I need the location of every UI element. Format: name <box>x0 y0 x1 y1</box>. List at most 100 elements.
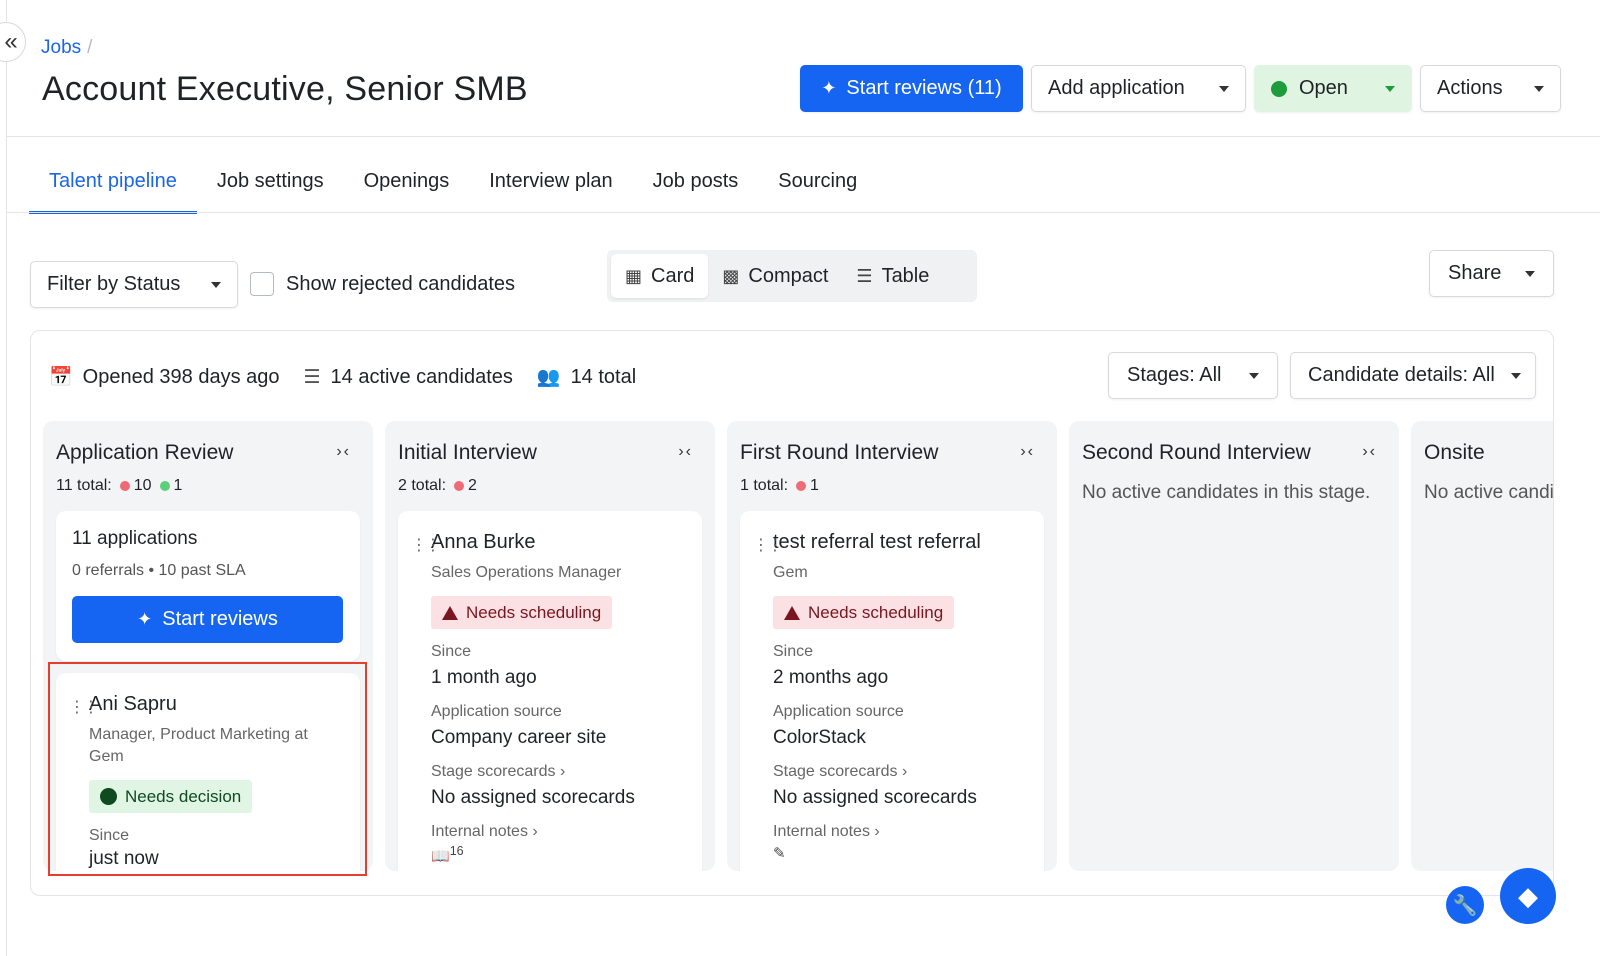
drag-handle-icon[interactable]: ⋮⋮ <box>753 535 783 555</box>
stage-empty-message: No active candidates in this stage. <box>1082 482 1371 503</box>
stat-active: ☰ 14 active candidates <box>304 366 513 389</box>
candidate-card[interactable]: ⋮⋮ Anna Burke Sales Operations Manager N… <box>398 511 702 871</box>
status-badge-label: Needs scheduling <box>808 602 944 622</box>
job-status-dropdown[interactable]: Open <box>1254 65 1412 112</box>
scorecards-value: No assigned scorecards <box>431 787 635 808</box>
candidate-name[interactable]: test referral test referral <box>773 531 1028 554</box>
wrench-icon: 🔧 <box>1452 894 1478 917</box>
view-compact-option[interactable]: ▩ Compact <box>708 254 842 298</box>
stat-active-label: 14 active candidates <box>330 365 513 388</box>
view-table-option[interactable]: ☰ Table <box>842 254 943 298</box>
scorecards-value: No assigned scorecards <box>773 787 977 808</box>
candidate-details-dropdown[interactable]: Candidate details: All <box>1290 352 1536 399</box>
actions-label: Actions <box>1437 77 1503 99</box>
start-reviews-button[interactable]: ✦ Start reviews (11) <box>800 65 1023 112</box>
since-value: 1 month ago <box>431 667 537 688</box>
collapse-column-icon[interactable]: ›‹ <box>1362 443 1377 461</box>
share-label: Share <box>1448 262 1502 284</box>
tab-interview-plan[interactable]: Interview plan <box>469 160 632 214</box>
caret-down-icon <box>1525 270 1535 277</box>
applications-count: 11 applications <box>72 528 198 549</box>
view-card-label: Card <box>651 264 695 287</box>
stage-title: First Round Interview <box>740 441 939 464</box>
collapse-column-icon[interactable]: ›‹ <box>678 443 693 461</box>
stage-column-second-round-interview: Second Round Interview ›‹ No active cand… <box>1069 421 1399 871</box>
caret-down-icon <box>1249 372 1259 379</box>
add-note-button[interactable]: ✎ <box>773 844 1028 862</box>
status-dot-icon <box>1271 80 1287 97</box>
diamond-icon: ◆ <box>1518 880 1538 911</box>
green-dot-icon <box>159 481 170 491</box>
job-tabs: Talent pipeline Job settings Openings In… <box>29 160 877 214</box>
view-compact-label: Compact <box>748 264 829 287</box>
job-status-label: Open <box>1299 77 1348 99</box>
scorecards-link[interactable]: Stage scorecards › <box>431 763 686 781</box>
header-divider <box>7 136 1600 137</box>
share-button[interactable]: Share <box>1429 250 1554 297</box>
collapse-column-icon[interactable]: ›‹ <box>1020 443 1035 461</box>
stage-column-initial-interview: Initial Interview ›‹ 2 total: 2 ⋮⋮ Anna … <box>385 421 715 871</box>
caret-down-icon <box>211 281 221 288</box>
red-dot-icon <box>796 481 807 491</box>
since-value: 2 months ago <box>773 667 889 688</box>
candidate-details-label: Candidate details: All <box>1308 364 1495 386</box>
stage-count-label: 2 total: <box>398 477 447 494</box>
stage-title: Onsite <box>1424 441 1485 464</box>
actions-button[interactable]: Actions <box>1420 65 1561 112</box>
candidate-card[interactable]: ⋮⋮ test referral test referral Gem Needs… <box>740 511 1044 871</box>
stage-count-label: 1 total: <box>740 477 789 494</box>
caret-down-icon <box>1385 85 1395 92</box>
view-mode-toggle: ▦ Card ▩ Compact ☰ Table <box>607 250 977 302</box>
stage-count: 11 total: 10 1 <box>56 477 182 495</box>
notes-count: 16 <box>449 844 464 858</box>
breadcrumb-jobs-link[interactable]: Jobs <box>41 37 81 58</box>
candidate-title: Gem <box>773 564 808 581</box>
source-label: Application source <box>431 703 562 720</box>
add-application-button[interactable]: Add application <box>1031 65 1246 112</box>
stat-opened: 📅 Opened 398 days ago <box>49 365 280 389</box>
grid-3x3-icon: ▩ <box>722 265 740 286</box>
filter-by-status-dropdown[interactable]: Filter by Status <box>30 261 238 308</box>
notebook-icon: 📖 <box>431 848 450 865</box>
tab-openings[interactable]: Openings <box>344 160 470 214</box>
stage-count: 1 total: 1 <box>740 477 819 495</box>
column-start-reviews-button[interactable]: ✦ Start reviews <box>72 596 343 643</box>
stage-empty-message: No active candidates in this stage. <box>1424 482 1554 503</box>
tab-job-settings[interactable]: Job settings <box>197 160 344 214</box>
stages-filter-dropdown[interactable]: Stages: All <box>1108 352 1278 399</box>
gem-assistant-button[interactable]: ◆ <box>1500 868 1556 924</box>
page-title: Account Executive, Senior SMB <box>42 70 528 108</box>
internal-notes-link[interactable]: Internal notes › <box>773 823 1028 841</box>
left-rail <box>0 0 7 956</box>
show-rejected-toggle[interactable]: Show rejected candidates <box>250 272 515 296</box>
collapse-column-icon[interactable]: ›‹ <box>336 443 351 461</box>
collapse-sidebar-button[interactable]: « <box>0 22 26 62</box>
view-card-option[interactable]: ▦ Card <box>611 254 709 298</box>
show-rejected-checkbox[interactable] <box>250 272 274 296</box>
header-actions: ✦ Start reviews (11) Add application Ope… <box>800 65 1561 112</box>
applications-summary-card: 11 applications 0 referrals • 10 past SL… <box>56 511 360 661</box>
caret-down-icon <box>1511 372 1521 379</box>
filter-icon: ☰ <box>303 366 321 388</box>
tab-sourcing[interactable]: Sourcing <box>758 160 877 214</box>
stage-title: Application Review <box>56 441 234 464</box>
stat-total: 👥 14 total <box>537 365 636 389</box>
since-label: Since <box>431 643 472 660</box>
candidate-name[interactable]: Anna Burke <box>431 531 686 554</box>
stage-red-count: 1 <box>810 477 819 494</box>
stat-total-label: 14 total <box>570 365 637 388</box>
stages-filter-label: Stages: All <box>1127 364 1222 386</box>
column-start-reviews-label: Start reviews <box>162 608 278 630</box>
drag-handle-icon[interactable]: ⋮⋮ <box>411 535 441 555</box>
tab-job-posts[interactable]: Job posts <box>633 160 759 214</box>
stage-column-onsite: Onsite No active candidates in this stag… <box>1411 421 1554 871</box>
stat-opened-label: Opened 398 days ago <box>82 365 280 388</box>
breadcrumb-separator: / <box>87 37 93 58</box>
tab-talent-pipeline[interactable]: Talent pipeline <box>29 160 197 214</box>
notes-indicator[interactable]: 📖16 <box>431 844 686 865</box>
tools-button[interactable]: 🔧 <box>1446 886 1484 924</box>
pipeline-stats: 📅 Opened 398 days ago ☰ 14 active candid… <box>49 365 660 389</box>
scorecards-link[interactable]: Stage scorecards › <box>773 763 1028 781</box>
internal-notes-link[interactable]: Internal notes › <box>431 823 686 841</box>
start-reviews-label: Start reviews (11) <box>846 77 1002 99</box>
